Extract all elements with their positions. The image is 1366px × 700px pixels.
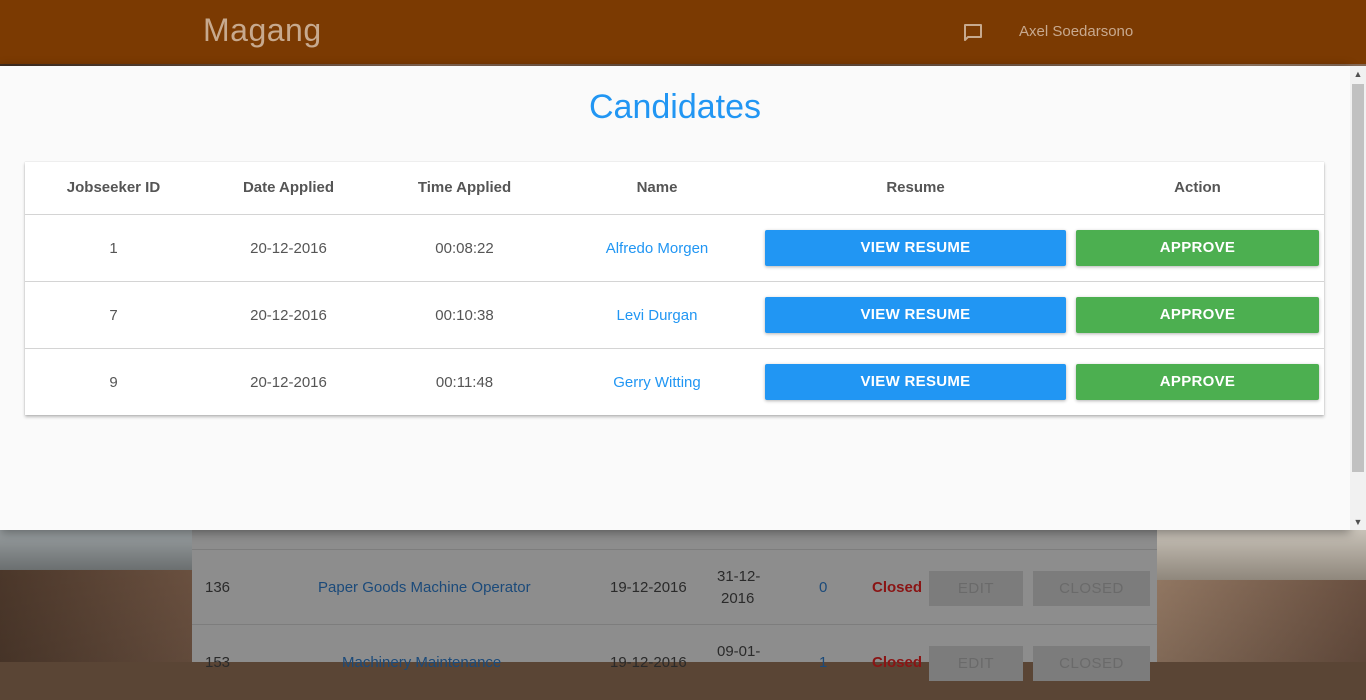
scrollbar-thumb[interactable] — [1352, 84, 1364, 472]
column-header-jobseeker-id: Jobseeker ID — [66, 179, 161, 196]
view-resume-button[interactable]: VIEW RESUME — [765, 297, 1066, 333]
table-row: 9 20-12-2016 00:11:48 Gerry Witting VIEW… — [25, 348, 1324, 416]
candidates-modal: Candidates Jobseeker ID Date Applied Tim… — [0, 66, 1350, 530]
closed-button[interactable]: CLOSED — [1033, 646, 1150, 681]
modal-scrollbar[interactable]: ▲ ▼ — [1350, 66, 1366, 530]
approve-button[interactable]: APPROVE — [1076, 297, 1319, 333]
jobseeker-id: 7 — [109, 307, 118, 324]
table-row: 153 Machinery Maintenance 19-12-2016 09-… — [192, 624, 1157, 700]
chat-icon[interactable] — [961, 21, 985, 45]
scroll-up-arrow-icon[interactable]: ▲ — [1350, 66, 1366, 82]
job-posted-date: 19-12-2016 — [610, 654, 687, 671]
background-window-left — [0, 530, 192, 570]
candidates-table: Jobseeker ID Date Applied Time Applied N… — [25, 162, 1324, 415]
time-applied: 00:08:22 — [435, 240, 494, 257]
job-title-link[interactable]: Paper Goods Machine Operator — [318, 579, 531, 596]
table-row: 1 20-12-2016 00:08:22 Alfredo Morgen VIE… — [25, 214, 1324, 282]
edit-button[interactable]: EDIT — [929, 571, 1023, 606]
job-id: 153 — [205, 654, 231, 671]
user-menu[interactable]: Axel Soedarsono — [1019, 23, 1133, 40]
column-header-action: Action — [1174, 179, 1221, 196]
date-applied: 20-12-2016 — [250, 374, 327, 391]
modal-title: Candidates — [588, 88, 761, 126]
column-header-name: Name — [636, 179, 678, 196]
background-jobs-table: 136 Paper Goods Machine Operator 19-12-2… — [192, 530, 1157, 681]
candidate-name-link[interactable]: Levi Durgan — [554, 282, 760, 349]
table-row: 136 Paper Goods Machine Operator 19-12-2… — [192, 549, 1157, 625]
job-deadline-line1: 09-01- — [717, 643, 761, 660]
column-header-date-applied: Date Applied — [242, 179, 335, 196]
time-applied: 00:10:38 — [435, 307, 494, 324]
time-applied: 00:11:48 — [435, 374, 494, 391]
job-applicants-link[interactable]: 1 — [819, 654, 827, 671]
scroll-down-arrow-icon[interactable]: ▼ — [1350, 514, 1366, 530]
job-posted-date: 19-12-2016 — [610, 579, 687, 596]
top-navbar: Magang Axel Soedarsono — [0, 0, 1366, 64]
date-applied: 20-12-2016 — [250, 240, 327, 257]
edit-button[interactable]: EDIT — [929, 646, 1023, 681]
job-applicants-link[interactable]: 0 — [819, 579, 827, 596]
job-id: 136 — [205, 579, 231, 596]
job-deadline-line1: 31-12- — [717, 568, 761, 585]
column-header-time-applied: Time Applied — [417, 179, 512, 196]
job-status: Closed — [872, 579, 923, 596]
column-header-resume: Resume — [886, 179, 945, 196]
jobseeker-id: 9 — [109, 374, 118, 391]
jobseeker-id: 1 — [109, 240, 118, 257]
table-row: 7 20-12-2016 00:10:38 Levi Durgan VIEW R… — [25, 281, 1324, 349]
brand-logo[interactable]: Magang — [203, 12, 322, 49]
job-deadline-line2: 2016 — [721, 590, 755, 607]
closed-button[interactable]: CLOSED — [1033, 571, 1150, 606]
approve-button[interactable]: APPROVE — [1076, 230, 1319, 266]
view-resume-button[interactable]: VIEW RESUME — [765, 230, 1066, 266]
date-applied: 20-12-2016 — [250, 307, 327, 324]
view-resume-button[interactable]: VIEW RESUME — [765, 364, 1066, 400]
job-status: Closed — [872, 654, 923, 671]
candidate-name-link[interactable]: Alfredo Morgen — [554, 215, 760, 282]
candidate-name-link[interactable]: Gerry Witting — [554, 349, 760, 416]
job-title-link[interactable]: Machinery Maintenance — [342, 654, 501, 671]
background-window-right — [1157, 530, 1366, 580]
approve-button[interactable]: APPROVE — [1076, 364, 1319, 400]
